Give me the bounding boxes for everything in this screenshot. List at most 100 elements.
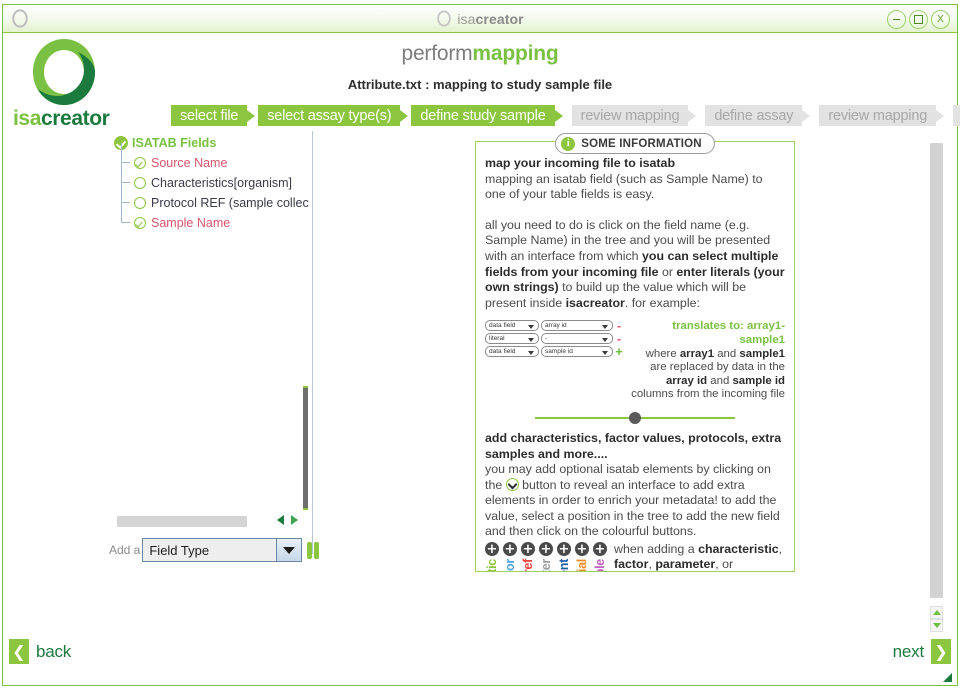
logo-wordmark: isacreator: [13, 107, 110, 131]
plus-button-comment: + comment: [557, 542, 572, 571]
example-type-select[interactable]: data field: [485, 320, 539, 332]
scroll-down-icon[interactable]: [930, 619, 943, 632]
remove-row-icon[interactable]: -: [615, 332, 623, 345]
tree-node-label: Characteristics[organism]: [151, 176, 293, 190]
tree-node-label: Source Name: [151, 156, 228, 170]
field-type-dropdown[interactable]: Field Type: [142, 538, 302, 562]
plus-icon[interactable]: +: [485, 542, 499, 557]
tree-root-label: ISATAB Fields: [132, 136, 217, 150]
breadcrumb-step-define-study-sample[interactable]: define study sample: [411, 105, 555, 126]
example-value-select[interactable]: -: [541, 333, 613, 345]
window-controls: X: [887, 10, 950, 29]
some-information-badge: i SOME INFORMATION: [555, 133, 715, 154]
information-panel-scrollbar[interactable]: [930, 143, 943, 598]
breadcrumb-arrow-icon: [688, 105, 699, 126]
tree-root-node[interactable]: ISATAB Fields: [112, 133, 309, 153]
green-bar-icon: [307, 541, 312, 559]
title-prefix: isa: [457, 10, 476, 27]
colourful-buttons-description: when adding a characteristic, factor, pa…: [614, 542, 783, 572]
add-field-button[interactable]: [307, 541, 319, 559]
page-title-highlight: mapping: [472, 42, 559, 65]
mapping-example-illustration: data field array id - literal - - data f…: [485, 319, 785, 402]
tree-vertical-scrollbar[interactable]: [303, 386, 308, 510]
breadcrumb-step-define-assay[interactable]: define assay: [705, 105, 803, 126]
plus-icon[interactable]: +: [575, 542, 589, 557]
reveal-interface-icon[interactable]: [505, 477, 519, 491]
example-type-select[interactable]: data field: [485, 346, 539, 358]
plus-icon[interactable]: +: [557, 542, 571, 557]
tree-node-protocol-ref[interactable]: Protocol REF (sample collect: [112, 183, 309, 213]
information-panel-scroll-arrows: [930, 606, 943, 634]
breadcrumb-arrow-icon: [247, 105, 258, 126]
info-section2-body: you may add optional isatab elements by …: [485, 462, 780, 539]
plus-icon[interactable]: +: [593, 542, 607, 557]
tree-node-source-name[interactable]: Source Name: [112, 143, 309, 173]
triangle-right-icon[interactable]: [291, 515, 298, 525]
split-pane-divider[interactable]: [312, 131, 313, 554]
back-button-label: back: [36, 641, 72, 661]
information-panel: map your incoming file to isatab mapping…: [475, 141, 795, 572]
some-information-label: SOME INFORMATION: [581, 137, 702, 150]
breadcrumb-step-review-mapping-2[interactable]: review mapping: [819, 105, 937, 126]
tree-node-label: Protocol REF (sample collect: [151, 196, 309, 210]
page-title-plain: perform: [401, 42, 473, 65]
breadcrumb: select file select assay type(s) define …: [171, 105, 960, 126]
maximize-button[interactable]: [909, 10, 928, 29]
close-button[interactable]: X: [931, 10, 950, 29]
tree-node-characteristics-organism[interactable]: Characteristics[organism]: [112, 163, 309, 193]
isatab-fields-tree[interactable]: ISATAB Fields Source Name Characteristic…: [109, 131, 309, 554]
breadcrumb-step-select-file[interactable]: select file: [171, 105, 248, 126]
add-field-row: Add a Field Type: [109, 538, 319, 562]
chevron-right-icon: ❯: [931, 639, 951, 664]
tree-elbow-icon: [118, 203, 134, 233]
plus-button-label: factor: [503, 559, 518, 571]
information-panel-body: map your incoming file to isatab mapping…: [476, 142, 794, 572]
breadcrumb-step-save[interactable]: save: [953, 105, 960, 126]
tree-horizontal-scrollbar[interactable]: [117, 516, 247, 527]
remove-row-icon[interactable]: -: [615, 319, 623, 332]
plus-button-characteristic: + characteristic: [485, 542, 500, 571]
example-value-select[interactable]: sample id: [541, 346, 613, 358]
minimize-button[interactable]: [887, 10, 906, 29]
scroll-up-icon[interactable]: [930, 606, 943, 619]
breadcrumb-arrow-icon: [400, 105, 411, 126]
example-value-select[interactable]: array id: [541, 320, 613, 332]
colourful-buttons-illustration: + characteristic + factor + protocol ref: [485, 542, 785, 572]
plus-button-material: + material: [575, 542, 590, 571]
triangle-left-icon[interactable]: [277, 515, 284, 525]
example-description: translates to: array1-sample1 where arra…: [631, 320, 785, 401]
check-circle-icon: [134, 217, 146, 229]
tree-node-sample-name[interactable]: Sample Name: [112, 203, 309, 233]
add-row-icon[interactable]: +: [615, 345, 623, 358]
logo-text-creator: creator: [41, 107, 110, 130]
plus-button-row: + characteristic + factor + protocol ref: [485, 542, 609, 571]
window-title-text: isacreator: [457, 11, 523, 27]
breadcrumb-step-review-mapping-1[interactable]: review mapping: [571, 105, 689, 126]
info-section1-heading: map your incoming file to isatab: [485, 156, 676, 170]
plus-icon[interactable]: +: [539, 542, 553, 557]
title-suffix: creator: [475, 10, 524, 27]
breadcrumb-step-select-assay-types[interactable]: select assay type(s): [258, 105, 401, 126]
title-bar: isacreator X: [3, 5, 957, 33]
chevron-down-icon[interactable]: [276, 539, 301, 561]
empty-circle-icon: [134, 177, 146, 189]
resize-grip[interactable]: [941, 671, 953, 683]
plus-button-factor: + factor: [503, 542, 518, 571]
info-section2-heading: add characteristics, factor values, prot…: [485, 430, 782, 461]
chevron-down-icon: [528, 350, 534, 355]
back-button[interactable]: ❮ back: [9, 639, 78, 664]
example-row: data field sample id +: [485, 345, 625, 358]
page-subtitle: Attribute.txt : mapping to study sample …: [347, 77, 613, 92]
chevron-down-icon: [528, 324, 534, 329]
header-region: isacreator performmapping Attribute.txt …: [3, 33, 960, 131]
plus-icon[interactable]: +: [521, 542, 535, 557]
chevron-down-icon: [602, 324, 608, 329]
info-icon: i: [561, 136, 576, 151]
logo-text-isa: isa: [13, 107, 41, 130]
example-type-select[interactable]: literal: [485, 333, 539, 345]
info-section1-body: mapping an isatab field (such as Sample …: [485, 171, 763, 202]
plus-icon[interactable]: +: [503, 542, 517, 557]
plus-button-label: parameter: [539, 559, 554, 571]
plus-button-label: protocol ref: [521, 559, 536, 571]
next-button[interactable]: next ❯: [886, 639, 951, 664]
